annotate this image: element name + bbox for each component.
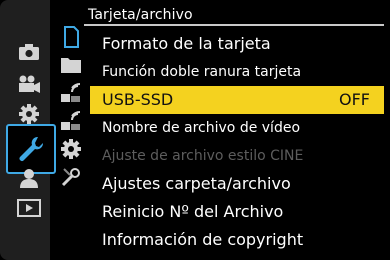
menu-item-label: Ajuste de archivo estilo CINE — [102, 148, 304, 164]
camera-icon[interactable] — [12, 38, 46, 66]
menu-item-folder-file-settings[interactable]: Ajustes carpeta/archivo — [88, 170, 384, 198]
lan-signal-icon[interactable] — [58, 108, 84, 134]
menu-item-label: Reinicio Nº del Archivo — [102, 202, 284, 221]
page-title: Tarjeta/archivo — [88, 7, 193, 23]
menu-item-label: Información de copyright — [102, 230, 304, 249]
menu-item-card-format[interactable]: Formato de la tarjeta — [88, 30, 384, 58]
menu-item-cine-file-setting: Ajuste de archivo estilo CINE — [88, 142, 384, 170]
menu-item-label: Nombre de archivo de vídeo — [102, 120, 301, 136]
menu-item-label: Función doble ranura tarjeta — [102, 64, 302, 80]
settings-menu-list: Formato de la tarjeta Función doble ranu… — [88, 30, 384, 254]
menu-item-label: Ajustes carpeta/archivo — [102, 174, 291, 193]
my-menu-person-icon[interactable] — [12, 164, 46, 192]
menu-item-value: OFF — [339, 90, 370, 109]
menu-item-label: Formato de la tarjeta — [102, 34, 271, 53]
menu-item-label: USB-SSD — [102, 90, 174, 109]
folder-icon[interactable] — [58, 52, 84, 78]
menu-item-file-number-reset[interactable]: Reinicio Nº del Archivo — [88, 198, 384, 226]
card-icon[interactable] — [58, 24, 84, 50]
monitor-signal-icon[interactable] — [58, 80, 84, 106]
camera-menu-screen: Tarjeta/archivo Formato de la tarjeta Fu… — [0, 0, 390, 260]
video-camera-icon[interactable] — [12, 70, 46, 98]
tools-icon[interactable] — [58, 164, 84, 190]
menu-item-double-slot[interactable]: Función doble ranura tarjeta — [88, 58, 384, 86]
sub-tab-column — [54, 22, 84, 232]
settings-gear-icon[interactable] — [58, 136, 84, 162]
menu-item-usb-ssd[interactable]: USB-SSD OFF — [90, 86, 384, 114]
main-menu-sidebar — [0, 0, 56, 260]
menu-item-copyright-info[interactable]: Información de copyright — [88, 226, 384, 254]
playback-icon[interactable] — [12, 194, 46, 222]
menu-item-video-filename[interactable]: Nombre de archivo de vídeo — [88, 114, 384, 142]
header-divider — [84, 24, 384, 26]
